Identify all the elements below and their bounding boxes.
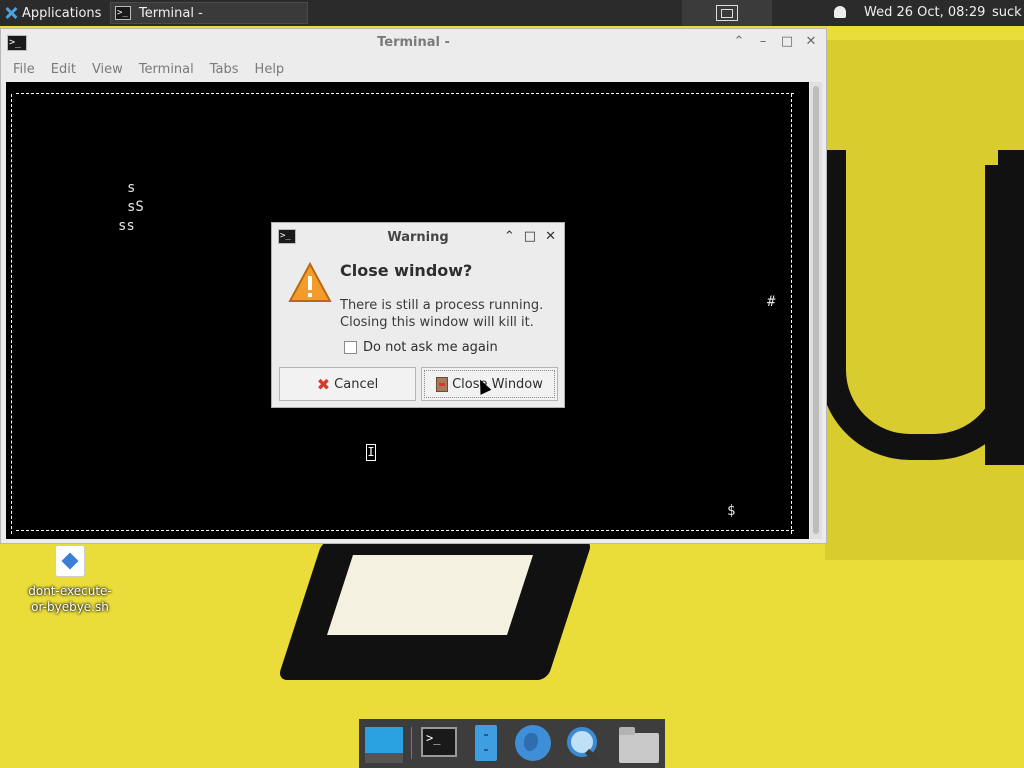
shade-button[interactable]: ⌃ [504, 229, 515, 244]
screen-glyph: ss [118, 218, 135, 234]
dock-separator [411, 727, 412, 759]
dock-home-folder-launcher[interactable] [617, 723, 659, 763]
dialog-heading: Close window? [340, 261, 473, 280]
show-desktop-button[interactable] [363, 723, 403, 763]
script-file-icon [55, 545, 85, 577]
dialog-message-line: Closing this window will kill it. [340, 315, 534, 330]
menu-view[interactable]: View [84, 62, 131, 77]
desktop-file-name: dont-execute- or-byebye.sh [22, 583, 118, 615]
top-panel: Applications >_ Terminal - Wed 26 Oct, 0… [0, 0, 1024, 26]
taskbar-item-terminal[interactable]: >_ Terminal - [110, 2, 308, 24]
close-button[interactable]: ✕ [545, 229, 556, 244]
screen-glyph: s [127, 180, 136, 196]
terminal-titlebar[interactable]: >_ Terminal - ⌃ – □ ✕ [1, 29, 826, 57]
terminal-scrollbar[interactable] [810, 82, 822, 539]
terminal-icon: >_ [421, 727, 457, 757]
dock-file-manager-launcher[interactable] [465, 723, 505, 763]
menu-help[interactable]: Help [247, 62, 293, 77]
dock: >_ [359, 719, 665, 768]
shade-button[interactable]: ⌃ [732, 34, 746, 49]
cancel-button[interactable]: ✖ Cancel [279, 367, 416, 401]
warning-dialog: >_ Warning ⌃ □ ✕ Close window? There is … [271, 222, 565, 408]
minimize-button[interactable]: – [756, 34, 770, 49]
screen-glyph-hash: # [767, 294, 776, 310]
applications-label: Applications [22, 5, 102, 21]
clock[interactable]: Wed 26 Oct, 08:29 [864, 0, 985, 26]
wallpaper-shape [327, 555, 533, 635]
maximize-button[interactable]: □ [780, 34, 794, 49]
user-menu[interactable]: suck [992, 0, 1022, 26]
dock-web-browser-launcher[interactable] [511, 723, 551, 763]
file-name-line: dont-execute- [28, 584, 112, 598]
close-window-button-label: Close Window [452, 376, 543, 392]
wallpaper-shape [985, 165, 1024, 465]
close-button[interactable]: ✕ [804, 34, 818, 49]
checkbox-label: Do not ask me again [363, 340, 498, 355]
dialog-titlebar[interactable]: >_ Warning ⌃ □ ✕ [272, 223, 564, 251]
notification-bell-icon[interactable] [834, 6, 846, 18]
cancel-icon: ✖ [316, 374, 331, 394]
scrollbar-thumb[interactable] [813, 86, 819, 534]
dock-app-finder-launcher[interactable] [563, 723, 603, 764]
border-right [791, 94, 792, 534]
menu-edit[interactable]: Edit [43, 62, 84, 77]
desktop-file-icon[interactable]: dont-execute- or-byebye.sh [22, 545, 118, 615]
checkbox-box[interactable] [344, 341, 357, 354]
desktop-icon [365, 727, 403, 753]
border-bottom [16, 530, 794, 531]
workspace-switcher[interactable] [682, 0, 772, 26]
do-not-ask-checkbox[interactable]: Do not ask me again [344, 340, 498, 355]
applications-menu[interactable]: Applications [0, 0, 101, 26]
maximize-button[interactable]: □ [524, 229, 536, 244]
dialog-message-line: There is still a process running. [340, 298, 544, 313]
menu-tabs[interactable]: Tabs [202, 62, 247, 77]
taskbar-item-label: Terminal - [139, 5, 203, 21]
border-left [11, 94, 12, 534]
cancel-button-label: Cancel [334, 376, 379, 392]
menu-terminal[interactable]: Terminal [131, 62, 202, 77]
close-window-button[interactable]: Close Window [421, 367, 558, 401]
terminal-menubar: File Edit View Terminal Tabs Help [1, 57, 826, 81]
warning-icon [288, 261, 332, 302]
workspace-icon [716, 5, 738, 21]
dialog-message: There is still a process running. Closin… [340, 297, 543, 331]
screen-glyph: sS [127, 199, 144, 215]
xfce-logo-icon [4, 6, 18, 20]
folder-icon [619, 727, 659, 763]
border-top [16, 93, 794, 94]
globe-icon [515, 725, 551, 761]
file-name-line: or-byebye.sh [31, 600, 109, 614]
file-cabinet-icon [475, 725, 497, 761]
text-cursor: I [366, 444, 376, 461]
exit-door-icon [436, 376, 449, 392]
terminal-title: Terminal - [377, 35, 450, 50]
screen-glyph-dollar: $ [727, 503, 736, 519]
menu-file[interactable]: File [5, 62, 43, 77]
dock-terminal-launcher[interactable]: >_ [419, 723, 459, 763]
terminal-icon: >_ [115, 6, 131, 20]
